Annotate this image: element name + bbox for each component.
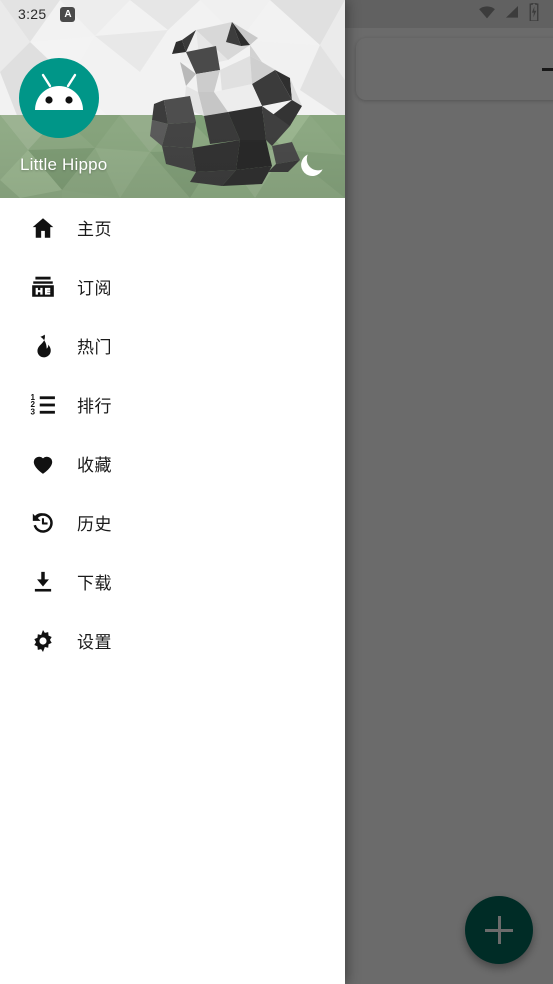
heart-icon — [30, 451, 56, 477]
menu-item-label: 主页 — [77, 220, 112, 239]
menu-item-label: 历史 — [77, 515, 112, 534]
home-icon — [30, 215, 56, 241]
menu-item-trending[interactable]: 热门 — [0, 316, 345, 375]
signal-icon — [504, 4, 520, 25]
menu-item-downloads[interactable]: 下载 — [0, 552, 345, 611]
drawer-menu: 主页 订阅 热门 1 2 3 排行 收藏 历史 下载 设置 — [0, 198, 345, 670]
menu-item-label: 收藏 — [77, 456, 112, 475]
menu-item-label: 热门 — [77, 338, 112, 357]
android-robot-icon — [35, 73, 83, 110]
status-time: 3:25 — [18, 6, 47, 22]
download-icon — [30, 569, 56, 595]
battery-charging-icon — [528, 1, 540, 26]
dark-mode-toggle[interactable] — [297, 150, 327, 180]
menu-item-history[interactable]: 历史 — [0, 493, 345, 552]
menu-item-label: 订阅 — [77, 279, 112, 298]
menu-item-label: 排行 — [77, 397, 112, 416]
menu-item-settings[interactable]: 设置 — [0, 611, 345, 670]
flame-icon — [30, 333, 56, 359]
menu-item-label: 设置 — [77, 633, 112, 652]
svg-text:3: 3 — [31, 407, 36, 416]
drawer-header: Little Hippo — [0, 0, 345, 198]
account-name: Little Hippo — [20, 155, 108, 174]
menu-item-subscriptions[interactable]: 订阅 — [0, 257, 345, 316]
menu-item-favorites[interactable]: 收藏 — [0, 434, 345, 493]
menu-item-home[interactable]: 主页 — [0, 198, 345, 257]
wifi-icon — [478, 3, 496, 26]
avatar[interactable] — [19, 58, 99, 138]
notification-badge-icon: A — [60, 6, 76, 22]
navigation-drawer[interactable]: Little Hippo 3:25 A 主页 订阅 热门 1 2 3 排行 收藏… — [0, 0, 345, 984]
menu-item-ranking[interactable]: 1 2 3 排行 — [0, 375, 345, 434]
moon-icon — [301, 154, 323, 177]
status-bar: 3:25 A — [0, 0, 345, 28]
subscriptions-icon — [30, 274, 56, 300]
gear-icon — [30, 628, 56, 654]
history-clock-icon — [30, 510, 56, 536]
menu-item-label: 下载 — [77, 574, 112, 593]
system-status-icons — [478, 0, 540, 28]
numbered-list-icon: 1 2 3 — [30, 392, 56, 418]
